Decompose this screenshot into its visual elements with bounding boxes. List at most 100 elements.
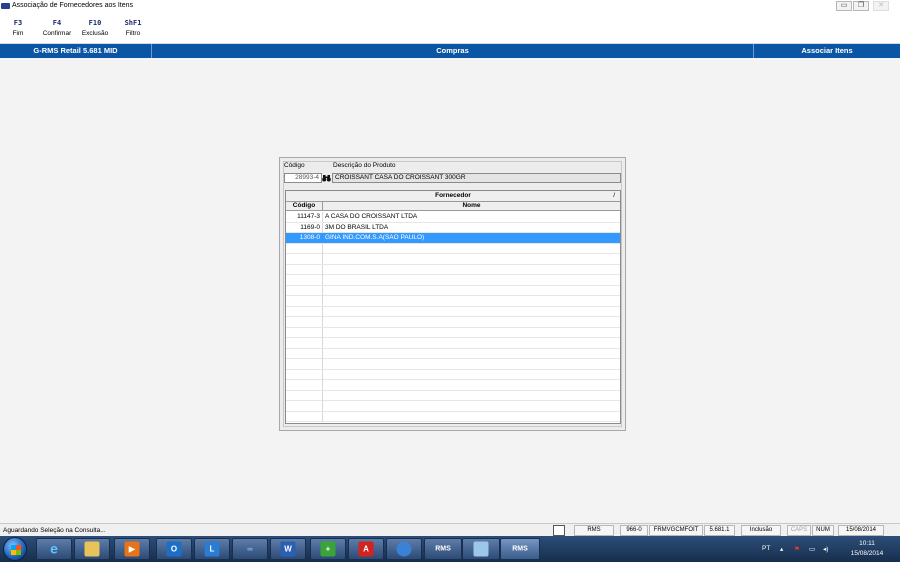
- product-description-field: CROISSANT CASA DO CROISSANT 300GR: [332, 173, 621, 183]
- taskbar-ie[interactable]: e: [36, 538, 72, 560]
- table-row[interactable]: [286, 369, 620, 380]
- cell-nome: A CASA DO CROISSANT LTDA: [325, 213, 418, 220]
- table-row[interactable]: 1308-0 GINA IND.COM.S.A(SAO PAULO): [286, 233, 620, 244]
- word-icon: W: [280, 541, 296, 557]
- table-row[interactable]: [286, 338, 620, 349]
- status-message: Aguardando Seleção na Consulta...: [3, 527, 106, 534]
- system-name: G-RMS Retail 5.681 MID: [33, 46, 118, 55]
- fim-button[interactable]: F3 Fim: [11, 19, 25, 37]
- ie-icon: e: [50, 540, 58, 557]
- rms-icon: RMS: [435, 545, 451, 553]
- cell-codigo: 1169-0: [286, 222, 323, 233]
- title-bar: Associação de Fornecedores aos Itens ▭ ❐…: [0, 0, 900, 13]
- grid-rows: 11147-3 A CASA DO CROISSANT LTDA 1169-0 3M …: [286, 212, 620, 422]
- clipboard-icon[interactable]: [553, 525, 565, 536]
- taskbar-app[interactable]: +: [310, 538, 346, 560]
- cell-codigo: [286, 359, 323, 369]
- taskbar-media-player[interactable]: ▶: [114, 538, 150, 560]
- table-row[interactable]: [286, 254, 620, 265]
- status-date: 15/08/2014: [838, 525, 884, 536]
- cell-nome: 3M DO BRASIL LTDA: [325, 223, 389, 231]
- taskbar-acrobat[interactable]: A: [348, 538, 384, 560]
- cell-codigo: [286, 243, 323, 254]
- screen-name: Associar Itens: [801, 46, 853, 55]
- close-button[interactable]: ✕: [873, 1, 889, 11]
- table-row[interactable]: [286, 296, 620, 307]
- window-title: Associação de Fornecedores aos Itens: [12, 2, 134, 9]
- acrobat-icon: A: [358, 541, 374, 557]
- table-row[interactable]: [286, 275, 620, 286]
- module-name: Compras: [436, 46, 469, 55]
- cell-codigo: 11147-3: [286, 212, 323, 222]
- taskbar-rms-1[interactable]: RMS: [424, 538, 462, 560]
- taskbar-globe[interactable]: [386, 538, 422, 560]
- volume-icon[interactable]: ◂): [823, 545, 828, 553]
- taskbar-link[interactable]: ∞: [232, 538, 268, 560]
- taskbar-outlook[interactable]: O: [156, 538, 192, 560]
- cell-codigo: [286, 338, 323, 348]
- status-system: RMS: [574, 525, 614, 536]
- language-indicator[interactable]: PT: [762, 545, 770, 552]
- cell-codigo: [286, 411, 323, 422]
- table-row[interactable]: [286, 401, 620, 412]
- table-row[interactable]: [286, 390, 620, 401]
- table-row[interactable]: [286, 243, 620, 254]
- table-row[interactable]: [286, 317, 620, 328]
- cell-codigo: [286, 390, 323, 401]
- lync-icon: L: [204, 541, 220, 557]
- clock-time[interactable]: 10:11: [842, 540, 892, 547]
- table-row[interactable]: [286, 306, 620, 317]
- fornecedor-group-header: Fornecedor /: [286, 191, 620, 202]
- table-row[interactable]: [286, 285, 620, 296]
- minimize-button[interactable]: ▭: [836, 1, 852, 11]
- cell-codigo: [286, 275, 323, 285]
- column-header-nome[interactable]: Nome: [323, 202, 620, 210]
- column-headers: Código Nome: [286, 202, 620, 211]
- tray-expand-icon[interactable]: ▴: [780, 545, 783, 553]
- cell-codigo: 1308-0: [286, 233, 323, 243]
- maximize-button[interactable]: ❐: [853, 1, 869, 11]
- table-row[interactable]: [286, 380, 620, 391]
- link-icon: ∞: [247, 544, 253, 554]
- taskbar-lync[interactable]: L: [194, 538, 230, 560]
- table-row[interactable]: 1169-0 3M DO BRASIL LTDA: [286, 222, 620, 233]
- cell-codigo: [286, 348, 323, 359]
- clock-date[interactable]: 15/08/2014: [842, 550, 892, 557]
- taskbar-rms-2[interactable]: RMS: [500, 538, 540, 560]
- table-row[interactable]: [286, 411, 620, 422]
- table-row[interactable]: [286, 327, 620, 338]
- descricao-label: Descrição do Produto: [333, 162, 396, 169]
- status-code: 966-0: [620, 525, 648, 536]
- cell-codigo: [286, 369, 323, 380]
- cell-codigo: [286, 327, 323, 338]
- status-caps: CAPS: [787, 525, 811, 536]
- cell-codigo: [286, 285, 323, 296]
- column-header-codigo[interactable]: Código: [286, 202, 323, 211]
- app-logo-icon: [1, 3, 10, 9]
- binoculars-icon[interactable]: [322, 174, 331, 182]
- table-row[interactable]: 11147-3 A CASA DO CROISSANT LTDA: [286, 212, 620, 223]
- outlook-icon: O: [166, 541, 182, 557]
- product-code-field[interactable]: 28993-4: [284, 173, 322, 183]
- table-row[interactable]: [286, 264, 620, 275]
- globe-icon: [396, 541, 412, 557]
- supplier-grid[interactable]: Fornecedor / Código Nome 11147-3 A CASA D…: [285, 190, 621, 424]
- network-icon[interactable]: ▭: [809, 545, 815, 553]
- status-mode: Inclusão: [741, 525, 781, 536]
- taskbar-word[interactable]: W: [270, 538, 306, 560]
- status-bar: Aguardando Seleção na Consulta... RMS 96…: [0, 523, 900, 536]
- flag-icon[interactable]: ⚑: [794, 545, 800, 553]
- cell-codigo: [286, 254, 323, 264]
- rms-icon: RMS: [512, 545, 528, 553]
- cell-codigo: [286, 296, 323, 306]
- status-form: FRMVGCMFOIT: [649, 525, 703, 536]
- table-row[interactable]: [286, 348, 620, 359]
- start-button[interactable]: [3, 537, 27, 561]
- filtro-button[interactable]: ShF1 Filtro: [120, 19, 146, 37]
- status-num: NUM: [812, 525, 834, 536]
- exclusao-button[interactable]: F10 Exclusão: [79, 19, 111, 37]
- table-row[interactable]: [286, 359, 620, 370]
- taskbar-window[interactable]: [462, 538, 500, 560]
- confirmar-button[interactable]: F4 Confirmar: [39, 19, 75, 37]
- taskbar-explorer[interactable]: [74, 538, 110, 560]
